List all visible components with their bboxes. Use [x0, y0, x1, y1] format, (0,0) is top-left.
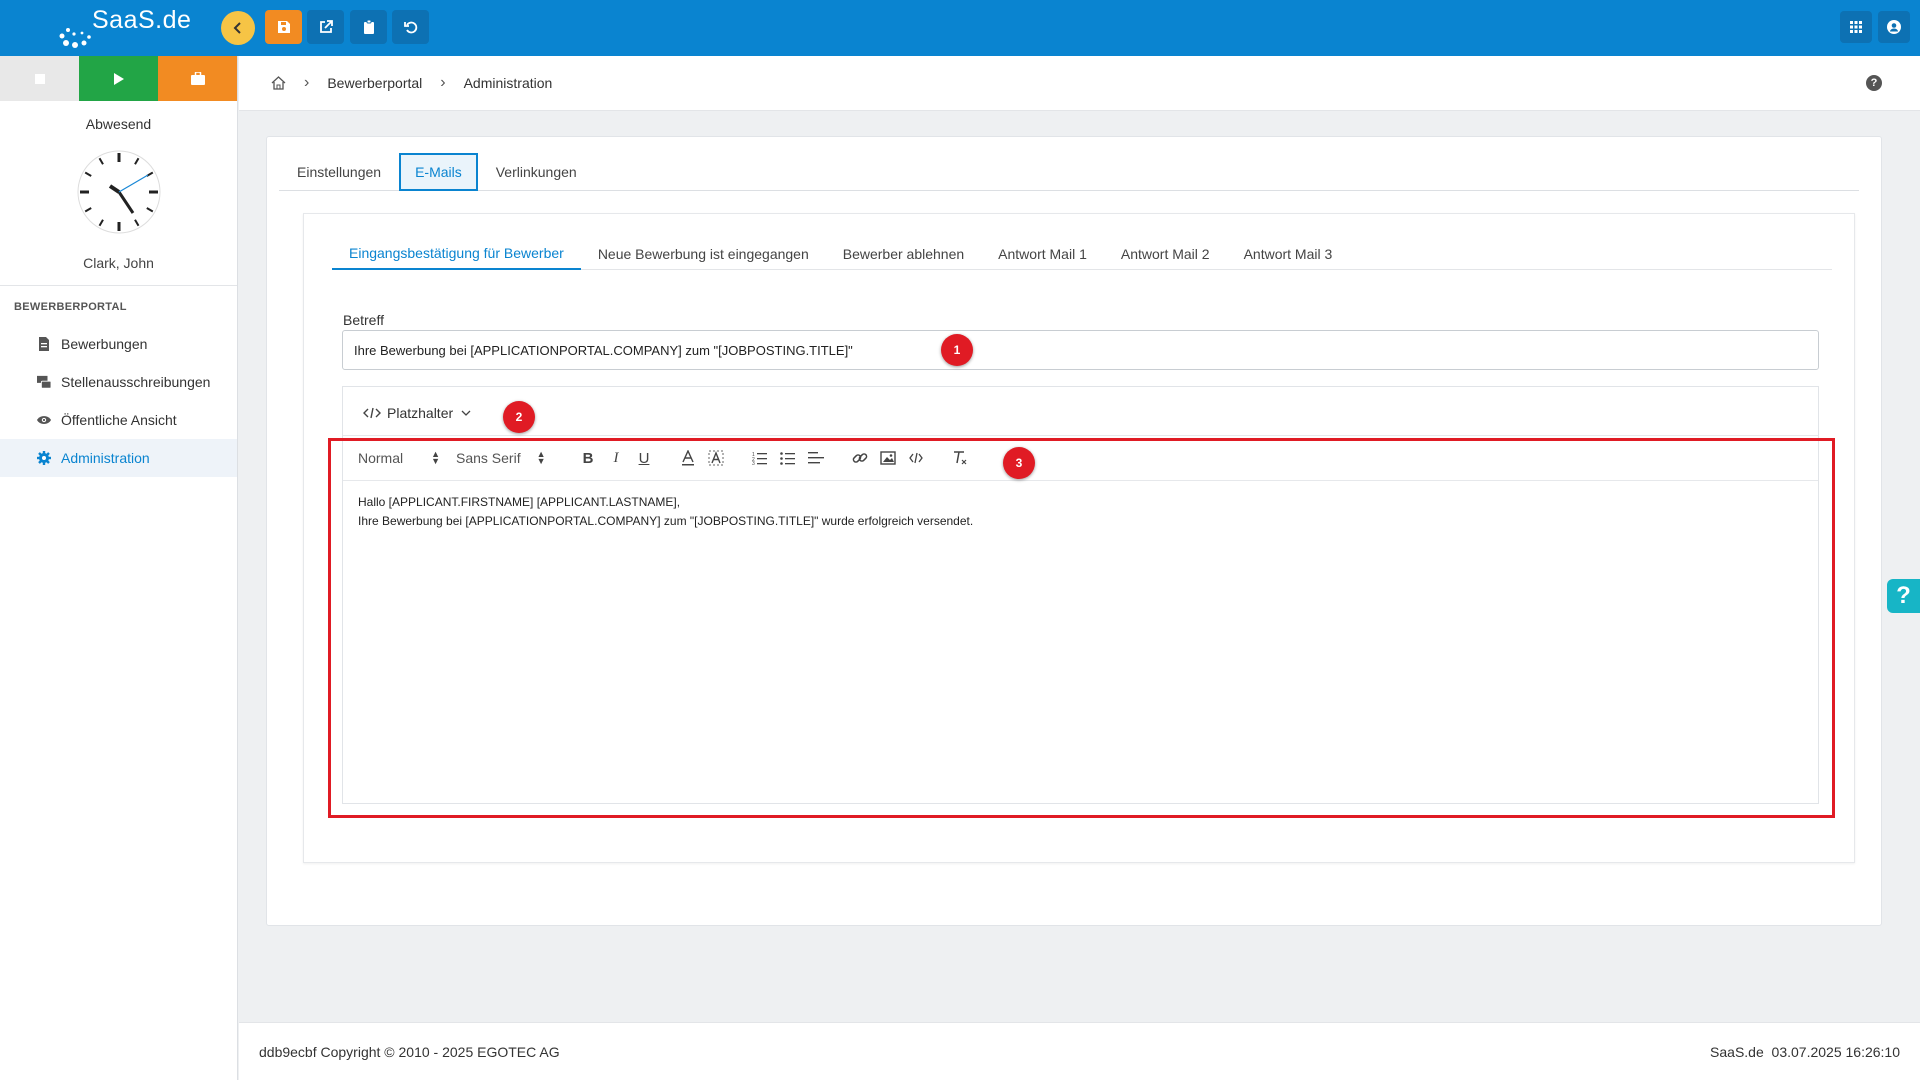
back-button[interactable]: [221, 11, 255, 45]
highlight-box: [328, 438, 1835, 818]
apps-grid-icon: [1850, 21, 1862, 33]
sidebar-item-bewerbungen[interactable]: Bewerbungen: [0, 325, 237, 363]
clipboard-icon: [363, 19, 374, 34]
tab-neue-bewerbung[interactable]: Neue Bewerbung ist eingegangen: [581, 238, 826, 270]
save-icon: [277, 21, 290, 33]
top-bar: SaaS.de: [0, 0, 1920, 56]
sidebar-item-label: Stellenausschreibungen: [61, 374, 211, 390]
email-template-tabs: Eingangsbestätigung für Bewerber Neue Be…: [332, 238, 1832, 270]
tab-antwort-mail-2[interactable]: Antwort Mail 2: [1104, 238, 1227, 270]
help-icon[interactable]: ?: [1866, 75, 1882, 91]
clipboard-button[interactable]: [350, 10, 387, 44]
tab-einstellungen[interactable]: Einstellungen: [279, 153, 399, 191]
sidebar-item-label: Administration: [61, 450, 150, 466]
document-icon: [39, 337, 49, 351]
apps-grid-button[interactable]: [1840, 11, 1872, 43]
account-button[interactable]: [1878, 11, 1910, 43]
sidebar-section-title: BEWERBERPORTAL: [14, 301, 127, 313]
business-trip-button[interactable]: [158, 56, 237, 101]
stop-icon: [34, 73, 45, 84]
save-button[interactable]: [265, 10, 302, 44]
chevron-right-icon: ›: [304, 74, 310, 91]
time-tracking-bar: [0, 56, 237, 101]
help-tab[interactable]: ?: [1887, 579, 1920, 613]
saas-logo[interactable]: SaaS.de: [58, 6, 192, 50]
start-button[interactable]: [79, 56, 158, 101]
sidebar-nav: Bewerbungen Stellenausschreibungen Öffen…: [0, 325, 237, 477]
account-icon: [1887, 20, 1901, 34]
gear-icon: [37, 451, 51, 465]
back-icon: [233, 22, 241, 34]
code-icon: [363, 407, 381, 419]
breadcrumb-item-bewerberportal[interactable]: Bewerberportal: [327, 75, 422, 91]
footer-timestamp: SaaS.de 03.07.2025 16:26:10: [1710, 1043, 1900, 1060]
external-link-button[interactable]: [307, 10, 344, 44]
external-link-icon: [319, 20, 333, 33]
tab-e-mails[interactable]: E-Mails: [399, 153, 478, 191]
annotation-marker-1: 1: [941, 334, 973, 366]
clock-icon: [77, 150, 160, 234]
sidebar-item-administration[interactable]: Administration: [0, 439, 237, 477]
sidebar: Abwesend Clark, John BEWERBERPORTAL Bewe…: [0, 56, 238, 1080]
sidebar-item-label: Öffentliche Ansicht: [61, 412, 177, 428]
briefcase-icon: [190, 72, 205, 85]
presence-status: Abwesend: [85, 116, 152, 132]
undo-icon: [403, 21, 417, 34]
footer-copyright: ddb9ecbf Copyright © 2010 - 2025 EGOTEC …: [259, 1043, 560, 1060]
home-icon[interactable]: [271, 76, 286, 90]
placeholder-label: Platzhalter: [387, 405, 454, 421]
chevron-down-icon: [461, 410, 471, 416]
stop-button[interactable]: [0, 56, 79, 101]
tab-verlinkungen[interactable]: Verlinkungen: [478, 153, 595, 191]
sidebar-item-label: Bewerbungen: [61, 336, 148, 352]
breadcrumb: › Bewerberportal › Administration ?: [239, 56, 1920, 111]
job-posting-icon: [37, 375, 51, 389]
sidebar-item-oeffentliche-ansicht[interactable]: Öffentliche Ansicht: [0, 401, 237, 439]
tab-eingangsbestaetigung[interactable]: Eingangsbestätigung für Bewerber: [332, 238, 581, 270]
annotation-marker-2: 2: [503, 401, 535, 433]
logo-text: SaaS.de: [92, 6, 192, 34]
placeholder-dropdown[interactable]: Platzhalter: [363, 401, 477, 425]
tab-antwort-mail-3[interactable]: Antwort Mail 3: [1227, 238, 1350, 270]
breadcrumb-item-administration: Administration: [463, 75, 553, 91]
footer: ddb9ecbf Copyright © 2010 - 2025 EGOTEC …: [239, 1022, 1920, 1080]
tab-antwort-mail-1[interactable]: Antwort Mail 1: [981, 238, 1104, 270]
settings-tabs: Einstellungen E-Mails Verlinkungen: [279, 153, 1859, 191]
chevron-right-icon: ›: [440, 74, 446, 91]
play-icon: [113, 72, 124, 85]
user-name: Clark, John: [83, 255, 154, 271]
sidebar-item-stellenausschreibungen[interactable]: Stellenausschreibungen: [0, 363, 237, 401]
tab-bewerber-ablehnen[interactable]: Bewerber ablehnen: [826, 238, 981, 270]
undo-button[interactable]: [392, 10, 429, 44]
sidebar-divider: [0, 285, 237, 286]
annotation-marker-3: 3: [1003, 447, 1035, 479]
subject-input[interactable]: Ihre Bewerbung bei [APPLICATIONPORTAL.CO…: [342, 330, 1819, 370]
eye-icon: [37, 416, 51, 424]
subject-label: Betreff: [343, 312, 384, 328]
